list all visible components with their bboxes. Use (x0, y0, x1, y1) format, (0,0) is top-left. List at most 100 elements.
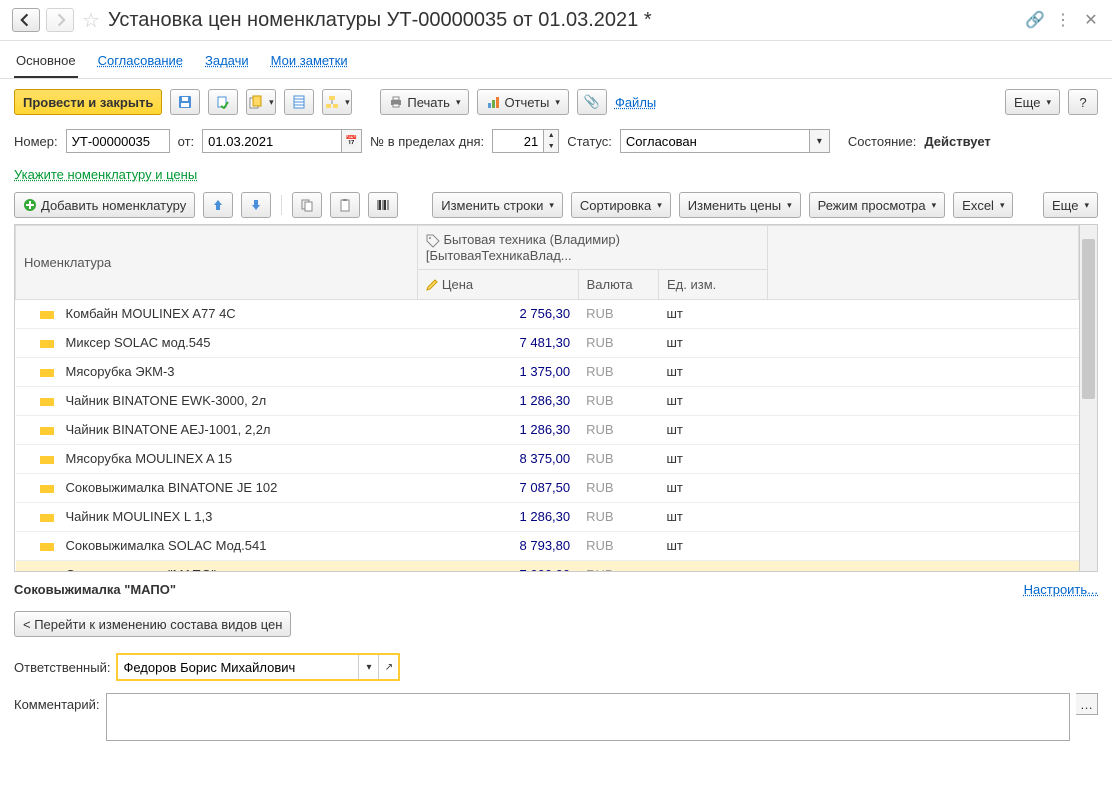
table-row[interactable]: Миксер SOLAC мод.5457 481,30RUBшт (16, 328, 1079, 357)
files-link[interactable]: Файлы (615, 95, 656, 110)
sort-button[interactable]: Сортировка▾ (571, 192, 671, 218)
vertical-scrollbar[interactable] (1079, 225, 1097, 571)
table-row[interactable]: Комбайн MOULINEX A77 4C2 756,30RUBшт (16, 299, 1079, 328)
paste-button[interactable] (330, 192, 360, 218)
goto-price-types-button[interactable]: < Перейти к изменению состава видов цен (14, 611, 291, 637)
col-currency[interactable]: Валюта (578, 269, 658, 299)
cell-name[interactable]: Чайник BINATONE EWK-3000, 2л (16, 386, 418, 415)
attach-button[interactable]: 📎 (577, 89, 607, 115)
cell-price[interactable]: 7 481,30 (417, 328, 578, 357)
cell-name[interactable]: Мясорубка ЭКМ-3 (16, 357, 418, 386)
cell-name[interactable]: Соковыжималка SOLAC Мод.541 (16, 531, 418, 560)
cell-price[interactable]: 1 286,30 (417, 386, 578, 415)
day-index-stepper[interactable]: ▲ ▼ (544, 129, 559, 153)
col-nomen[interactable]: Номенклатура (16, 226, 418, 300)
col-unit[interactable]: Ед. изм. (659, 269, 768, 299)
help-button[interactable]: ? (1068, 89, 1098, 115)
cell-name[interactable]: Мясорубка MOULINEX A 15 (16, 444, 418, 473)
post-button[interactable] (208, 89, 238, 115)
tab-tasks[interactable]: Задачи (203, 47, 251, 78)
cell-currency: RUB (578, 444, 658, 473)
hint-link[interactable]: Укажите номенклатуру и цены (0, 163, 1112, 186)
date-input[interactable] (202, 129, 342, 153)
cell-name[interactable]: Соковыжималка "МАПО" (16, 560, 418, 571)
add-icon (23, 198, 37, 212)
table-row[interactable]: Мясорубка ЭКМ-31 375,00RUBшт (16, 357, 1079, 386)
table-row[interactable]: Чайник BINATONE EWK-3000, 2л1 286,30RUBш… (16, 386, 1079, 415)
cell-price[interactable]: 1 286,30 (417, 415, 578, 444)
barcode-button[interactable] (368, 192, 398, 218)
copy-simple-icon (300, 198, 314, 212)
cell-name[interactable]: Миксер SOLAC мод.545 (16, 328, 418, 357)
cell-empty (767, 473, 1079, 502)
number-input[interactable] (66, 129, 170, 153)
move-up-button[interactable] (203, 192, 233, 218)
more-button[interactable]: Еще▾ (1005, 89, 1060, 115)
cell-price[interactable]: 8 375,00 (417, 444, 578, 473)
day-index-input[interactable] (492, 129, 544, 153)
table-row[interactable]: Соковыжималка SOLAC Мод.5418 793,80RUBшт (16, 531, 1079, 560)
table-row[interactable]: Соковыжималка BINATONE JE 1027 087,50RUB… (16, 473, 1079, 502)
cell-price[interactable]: 1 375,00 (417, 357, 578, 386)
tab-notes[interactable]: Мои заметки (269, 47, 350, 78)
create-based-on-button[interactable]: ▾ (246, 89, 276, 115)
change-rows-button[interactable]: Изменить строки▾ (432, 192, 563, 218)
cell-price[interactable]: 2 756,30 (417, 299, 578, 328)
favorite-star-icon[interactable]: ☆ (80, 9, 102, 31)
excel-button[interactable]: Excel▾ (953, 192, 1013, 218)
table-row[interactable]: Мясорубка MOULINEX A 158 375,00RUBшт (16, 444, 1079, 473)
price-table[interactable]: Номенклатура Бытовая техника (Владимир) … (15, 225, 1079, 571)
kebab-menu-icon[interactable]: ⋮ (1054, 11, 1072, 29)
cell-currency: RUB (578, 299, 658, 328)
add-item-button[interactable]: Добавить номенклатуру (14, 192, 195, 218)
structure-button[interactable]: ▾ (322, 89, 352, 115)
responsible-input[interactable] (118, 655, 358, 679)
print-button[interactable]: Печать▾ (380, 89, 469, 115)
tab-approval[interactable]: Согласование (96, 47, 185, 78)
configure-link[interactable]: Настроить... (1024, 582, 1098, 597)
responsible-open-button[interactable]: ↗ (378, 655, 398, 679)
post-and-close-button[interactable]: Провести и закрыть (14, 89, 162, 115)
cell-name[interactable]: Соковыжималка BINATONE JE 102 (16, 473, 418, 502)
move-down-button[interactable] (241, 192, 271, 218)
cell-price[interactable]: 7 087,50 (417, 473, 578, 502)
copy-button[interactable] (292, 192, 322, 218)
col-group[interactable]: Бытовая техника (Владимир) [БытоваяТехни… (417, 226, 767, 270)
status-dropdown-button[interactable]: ▾ (810, 129, 830, 153)
step-up-icon[interactable]: ▲ (544, 130, 558, 141)
cell-name[interactable]: Чайник BINATONE AEJ-1001, 2,2л (16, 415, 418, 444)
cell-empty (767, 531, 1079, 560)
nav-forward-button[interactable] (46, 8, 74, 32)
scrollbar-thumb[interactable] (1082, 239, 1095, 399)
view-mode-button[interactable]: Режим просмотра▾ (809, 192, 946, 218)
save-button[interactable] (170, 89, 200, 115)
col-price[interactable]: Цена (417, 269, 578, 299)
close-icon[interactable]: ✕ (1082, 11, 1100, 29)
grid-more-button[interactable]: Еще▾ (1043, 192, 1098, 218)
cell-price[interactable]: 1 286,30 (417, 502, 578, 531)
comment-label: Комментарий: (14, 693, 100, 712)
status-select[interactable] (620, 129, 810, 153)
spreadsheet-button[interactable] (284, 89, 314, 115)
table-row[interactable]: Чайник MOULINEX L 1,31 286,30RUBшт (16, 502, 1079, 531)
comment-input[interactable] (106, 693, 1071, 741)
cell-name[interactable]: Чайник MOULINEX L 1,3 (16, 502, 418, 531)
table-row[interactable]: Соковыжималка "МАПО"7 000,00RUBшт (16, 560, 1079, 571)
cell-price[interactable]: 8 793,80 (417, 531, 578, 560)
view-mode-label: Режим просмотра (818, 198, 926, 213)
cell-name[interactable]: Комбайн MOULINEX A77 4C (16, 299, 418, 328)
table-row[interactable]: Чайник BINATONE AEJ-1001, 2,2л1 286,30RU… (16, 415, 1079, 444)
spreadsheet-icon (292, 95, 306, 109)
tab-main[interactable]: Основное (14, 47, 78, 78)
comment-expand-button[interactable]: … (1076, 693, 1098, 715)
change-prices-button[interactable]: Изменить цены▾ (679, 192, 801, 218)
link-icon[interactable]: 🔗 (1026, 11, 1044, 29)
cell-price[interactable]: 7 000,00 (417, 560, 578, 571)
nav-back-button[interactable] (12, 8, 40, 32)
cell-empty (767, 415, 1079, 444)
step-down-icon[interactable]: ▼ (544, 141, 558, 152)
reports-button[interactable]: Отчеты▾ (477, 89, 568, 115)
responsible-dropdown-button[interactable]: ▾ (358, 655, 378, 679)
calendar-button[interactable]: 📅 (342, 129, 362, 153)
caret-down-icon: ▾ (549, 200, 554, 211)
